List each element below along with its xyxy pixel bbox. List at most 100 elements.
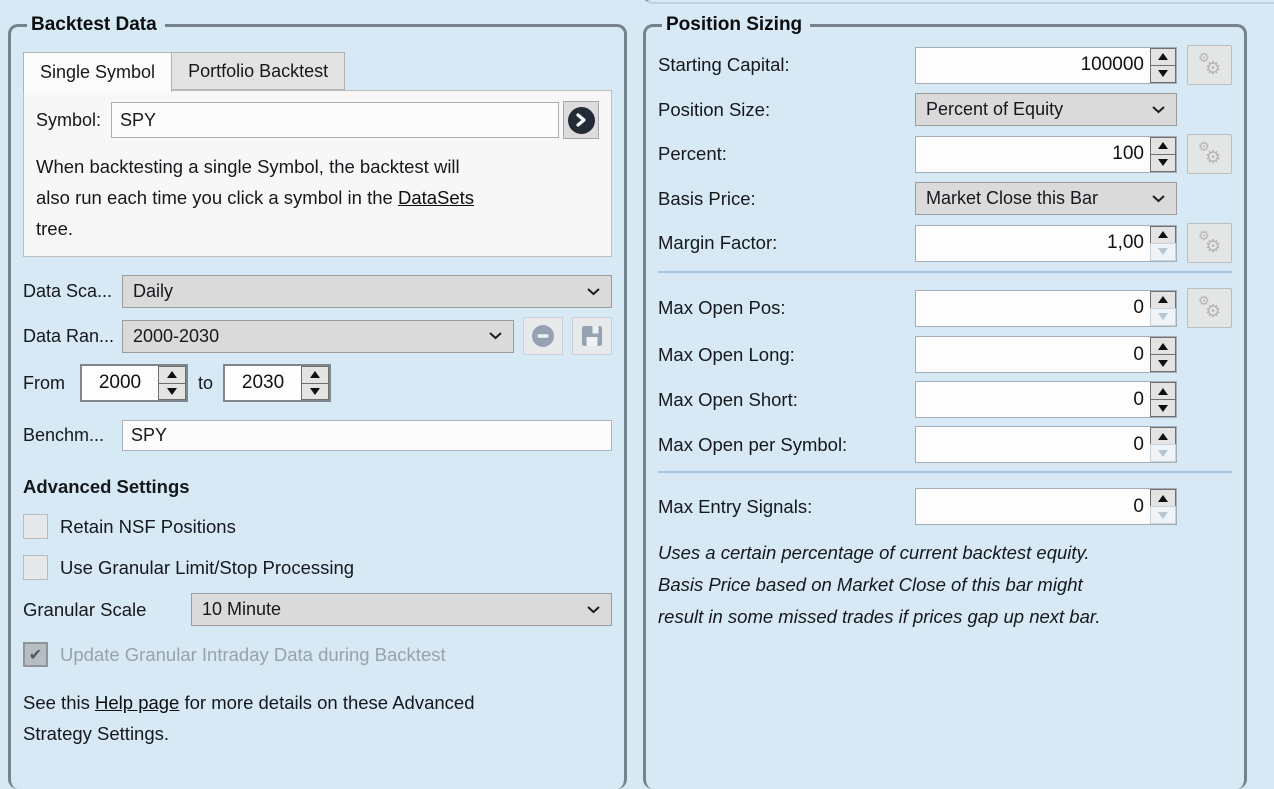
from-label: From — [23, 373, 70, 394]
max-open-long-label: Max Open Long: — [658, 344, 915, 366]
data-range-label: Data Ran... — [23, 326, 122, 347]
basis-price-select[interactable]: Market Close this Bar — [915, 182, 1177, 215]
section-divider — [658, 271, 1232, 273]
checkmark-icon: ✔ — [29, 645, 42, 664]
note-line-3: result in some missed trades if prices g… — [658, 601, 1232, 633]
data-scale-label: Data Sca... — [23, 281, 122, 302]
position-size-select[interactable]: Percent of Equity — [915, 93, 1177, 126]
margin-factor-spinner — [915, 225, 1177, 262]
from-year-down-button[interactable] — [158, 383, 186, 401]
chevron-down-icon — [489, 332, 502, 340]
advanced-help-text: See this Help page for more details on t… — [23, 687, 612, 749]
granular-scale-select[interactable]: 10 Minute — [191, 593, 612, 626]
max-open-pos-spinner — [915, 290, 1177, 327]
tab-portfolio-backtest[interactable]: Portfolio Backtest — [172, 52, 345, 90]
position-size-value: Percent of Equity — [926, 99, 1063, 120]
to-year-down-button[interactable] — [301, 383, 329, 401]
starting-capital-up-button[interactable] — [1150, 48, 1176, 66]
max-open-long-down-button[interactable] — [1150, 354, 1176, 372]
max-open-pos-input[interactable] — [916, 291, 1150, 326]
description-line-3: tree. — [36, 213, 599, 244]
to-year-spinner — [223, 364, 331, 402]
data-range-select[interactable]: 2000-2030 — [122, 320, 514, 353]
max-open-long-input[interactable] — [916, 337, 1150, 372]
gear-icon: ⚙ — [1205, 303, 1221, 321]
to-year-up-button[interactable] — [301, 366, 329, 384]
backtest-data-groupbox: Backtest Data Single Symbol Portfolio Ba… — [8, 14, 627, 789]
granular-processing-checkbox[interactable] — [23, 555, 48, 580]
advanced-settings-heading: Advanced Settings — [23, 476, 612, 498]
max-entry-signals-spinner — [915, 488, 1177, 525]
data-range-value: 2000-2030 — [133, 326, 219, 347]
max-open-long-spinner — [915, 336, 1177, 373]
max-open-short-spinner — [915, 381, 1177, 418]
gear-icon: ⚙ — [1205, 149, 1221, 167]
basis-price-label: Basis Price: — [658, 188, 915, 210]
description-line-2: also run each time you click a symbol in… — [36, 182, 599, 213]
tab-single-symbol[interactable]: Single Symbol — [23, 52, 172, 92]
position-sizing-note: Uses a certain percentage of current bac… — [658, 537, 1232, 633]
from-year-input[interactable] — [82, 366, 158, 400]
margin-factor-label: Margin Factor: — [658, 232, 915, 254]
max-open-short-down-button[interactable] — [1150, 399, 1176, 417]
max-open-pos-up-button[interactable] — [1150, 291, 1176, 309]
backtest-data-title: Backtest Data — [27, 14, 165, 36]
max-open-long-up-button[interactable] — [1150, 337, 1176, 355]
max-open-per-symbol-up-button[interactable] — [1150, 427, 1176, 445]
margin-factor-up-button[interactable] — [1150, 226, 1176, 244]
percent-input[interactable] — [916, 137, 1150, 172]
symbol-go-button[interactable] — [563, 101, 599, 139]
data-scale-value: Daily — [133, 281, 173, 302]
margin-factor-settings-button: ⚙⚙ — [1187, 223, 1232, 263]
from-year-spinner — [80, 364, 188, 402]
granular-scale-value: 10 Minute — [202, 599, 281, 620]
symbol-input[interactable] — [111, 102, 559, 138]
granular-scale-label: Granular Scale — [23, 599, 191, 621]
margin-factor-input[interactable] — [916, 226, 1150, 261]
single-symbol-panel: Symbol: When backtesting a single Symbol… — [23, 90, 612, 257]
starting-capital-down-button[interactable] — [1150, 65, 1176, 83]
chevron-right-icon — [568, 107, 595, 134]
update-granular-checkbox: ✔ — [23, 642, 48, 667]
backtest-tab-strip: Single Symbol Portfolio Backtest — [23, 52, 612, 90]
retain-nsf-checkbox[interactable] — [23, 514, 48, 539]
chevron-down-icon — [587, 288, 600, 296]
retain-nsf-label: Retain NSF Positions — [60, 516, 236, 538]
benchmark-label: Benchm... — [23, 425, 122, 446]
max-open-per-symbol-input[interactable] — [916, 427, 1150, 462]
max-open-pos-settings-button: ⚙⚙ — [1187, 288, 1232, 328]
starting-capital-settings-button: ⚙⚙ — [1187, 45, 1232, 85]
position-sizing-title: Position Sizing — [662, 14, 810, 36]
max-open-short-up-button[interactable] — [1150, 382, 1176, 400]
max-entry-signals-up-button[interactable] — [1150, 489, 1176, 507]
gear-icon: ⚙ — [1205, 238, 1221, 256]
save-range-button — [572, 317, 612, 355]
starting-capital-spinner — [915, 47, 1177, 84]
max-open-per-symbol-down-button — [1150, 444, 1176, 462]
percent-up-button[interactable] — [1150, 137, 1176, 155]
gear-icon: ⚙ — [1205, 60, 1221, 78]
max-open-pos-down-button — [1150, 308, 1176, 326]
note-line-2: Basis Price based on Market Close of thi… — [658, 569, 1232, 601]
percent-down-button[interactable] — [1150, 154, 1176, 172]
starting-capital-label: Starting Capital: — [658, 54, 915, 76]
chevron-down-icon — [1152, 195, 1165, 203]
max-entry-signals-input[interactable] — [916, 489, 1150, 524]
basis-price-value: Market Close this Bar — [926, 188, 1098, 209]
max-open-pos-label: Max Open Pos: — [658, 297, 915, 319]
section-divider — [658, 471, 1232, 473]
from-year-up-button[interactable] — [158, 366, 186, 384]
to-label: to — [198, 373, 213, 394]
max-open-short-input[interactable] — [916, 382, 1150, 417]
benchmark-input[interactable] — [122, 420, 612, 451]
datasets-link[interactable]: DataSets — [398, 187, 474, 208]
remove-range-button — [523, 317, 563, 355]
percent-spinner — [915, 136, 1177, 173]
data-scale-select[interactable]: Daily — [122, 275, 612, 308]
position-sizing-groupbox: Position Sizing Starting Capital: ⚙⚙ Pos… — [643, 14, 1247, 789]
to-year-input[interactable] — [225, 366, 301, 400]
max-open-per-symbol-label: Max Open per Symbol: — [658, 434, 915, 456]
starting-capital-input[interactable] — [916, 48, 1150, 83]
position-size-label: Position Size: — [658, 99, 915, 121]
help-page-link[interactable]: Help page — [95, 692, 179, 713]
